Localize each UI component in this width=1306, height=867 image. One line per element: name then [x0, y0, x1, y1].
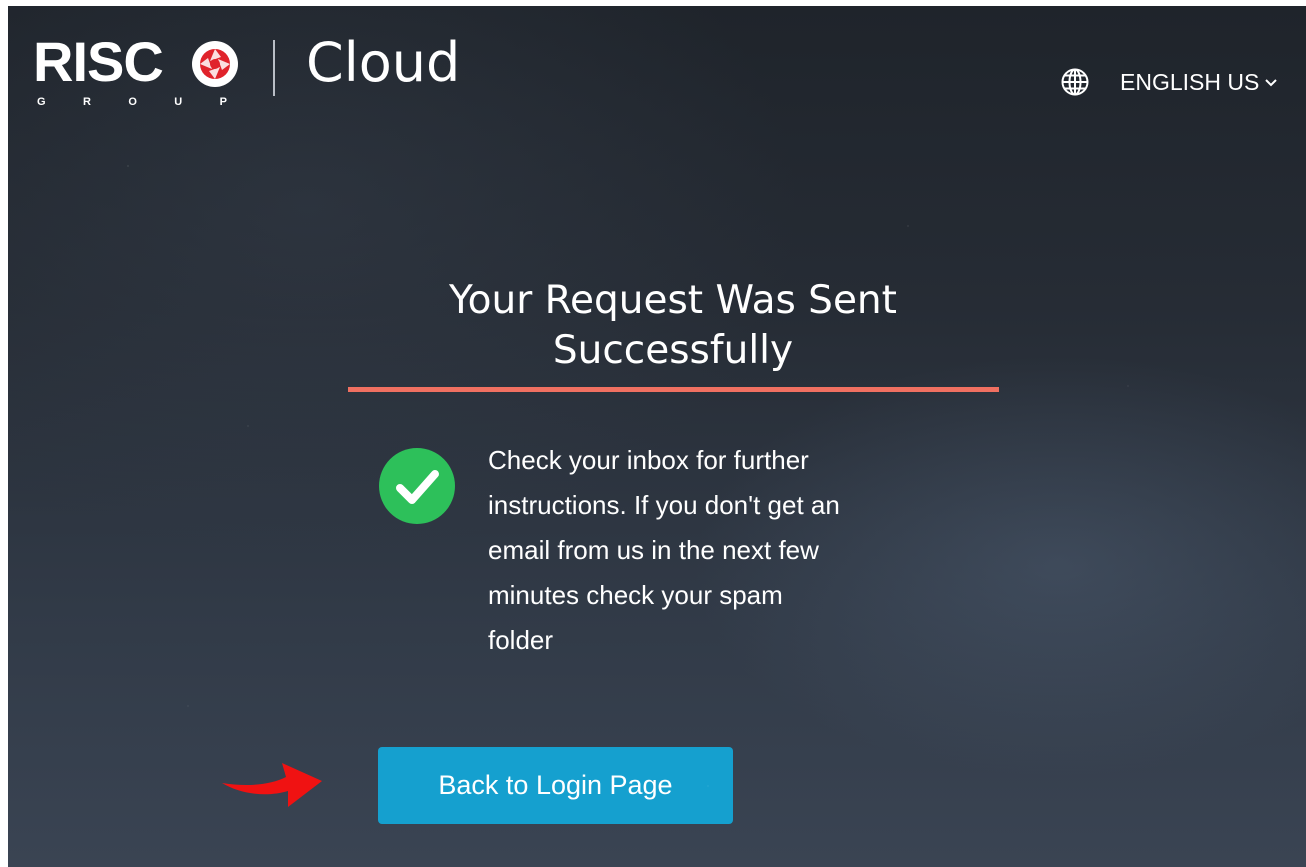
success-heading-line: Your Request Was Sent [449, 278, 897, 323]
language-selector[interactable]: ENGLISH US [1060, 66, 1278, 98]
logo-letter: G [37, 96, 46, 108]
message-line: minutes check your spam [488, 580, 783, 610]
message-line: folder [488, 625, 554, 655]
heading-underline [348, 387, 999, 392]
logo-wordmark: RISC [33, 30, 164, 93]
logo-letter: U [174, 96, 183, 108]
risco-shutter-logo-icon [192, 41, 238, 87]
language-label: ENGLISH US [1120, 68, 1260, 95]
logo-divider [273, 40, 275, 96]
globe-icon [1061, 68, 1089, 96]
success-heading: Your Request Was Sent Successfully [348, 276, 998, 376]
back-to-login-button[interactable]: Back to Login Page [378, 747, 733, 824]
message-line: email from us in the next few [488, 535, 819, 565]
message-line: instructions. If you don't get an [488, 490, 840, 520]
instructions-message: Check your inbox for further instruction… [488, 438, 958, 663]
message-line: Check your inbox for further [488, 445, 809, 475]
page-background: RISC G R O U P Cloud ENGLISH US Your Req… [8, 6, 1306, 867]
screenshot-frame: RISC G R O U P Cloud ENGLISH US Your Req… [0, 0, 1306, 867]
risco-group-logo[interactable]: RISC G R O U P [33, 32, 268, 112]
chevron-down-icon [1265, 79, 1278, 87]
success-heading-line: Successfully [552, 328, 794, 373]
logo-letter: P [219, 96, 227, 108]
red-arrow-icon [222, 763, 322, 807]
check-circle-icon [379, 448, 455, 524]
logo-letter: O [128, 96, 137, 108]
app-title: Cloud [306, 31, 461, 94]
logo-letter: R [82, 96, 91, 108]
logo-group-letters: G R O U P [37, 96, 227, 108]
